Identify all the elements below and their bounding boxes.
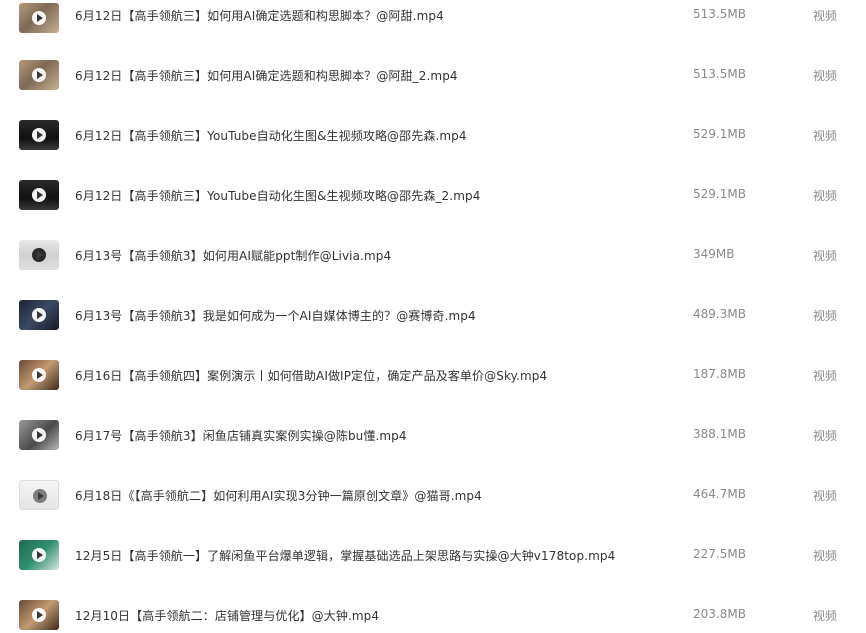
file-type: 视频 xyxy=(813,309,838,323)
file-list: 6月12日【高手领航三】如何用AI确定选题和构思脚本？@阿甜.mp4 513.5… xyxy=(0,0,866,633)
file-row[interactable]: 6月17号【高手领航3】闲鱼店铺真实案例实操@陈bu懂.mp4 388.1MB … xyxy=(0,420,866,460)
file-name[interactable]: 6月17号【高手领航3】闲鱼店铺真实案例实操@陈bu懂.mp4 xyxy=(75,427,407,444)
file-size: 529.1MB xyxy=(693,187,746,201)
play-icon xyxy=(32,548,46,562)
file-type: 视频 xyxy=(813,129,838,143)
file-row[interactable]: 6月13号【高手领航3】如何用AI赋能ppt制作@Livia.mp4 349MB… xyxy=(0,240,866,280)
video-thumbnail xyxy=(19,120,59,150)
file-name[interactable]: 6月12日【高手领航三】YouTube自动化生图&生视频攻略@邵先森_2.mp4 xyxy=(75,187,480,204)
video-thumbnail xyxy=(19,600,59,630)
video-thumbnail xyxy=(19,480,59,510)
file-size: 388.1MB xyxy=(693,427,746,441)
file-type: 视频 xyxy=(813,9,838,23)
file-name[interactable]: 6月12日【高手领航三】如何用AI确定选题和构思脚本？@阿甜_2.mp4 xyxy=(75,67,458,84)
file-name[interactable]: 12月5日【高手领航一】了解闲鱼平台爆单逻辑，掌握基础选品上架思路与实操@大钟v… xyxy=(75,547,615,564)
play-icon xyxy=(32,608,46,622)
file-name[interactable]: 12月10日【高手领航二：店铺管理与优化】@大钟.mp4 xyxy=(75,607,379,624)
file-name[interactable]: 6月13号【高手领航3】我是如何成为一个AI自媒体博主的？@赛博奇.mp4 xyxy=(75,307,476,324)
file-row[interactable]: 12月10日【高手领航二：店铺管理与优化】@大钟.mp4 203.8MB 视频 xyxy=(0,600,866,633)
play-icon xyxy=(32,68,46,82)
file-name[interactable]: 6月13号【高手领航3】如何用AI赋能ppt制作@Livia.mp4 xyxy=(75,247,391,264)
file-row[interactable]: 6月12日【高手领航三】YouTube自动化生图&生视频攻略@邵先森.mp4 5… xyxy=(0,120,866,160)
file-row[interactable]: 6月12日【高手领航三】如何用AI确定选题和构思脚本？@阿甜_2.mp4 513… xyxy=(0,60,866,100)
file-type: 视频 xyxy=(813,189,838,203)
file-name[interactable]: 6月12日【高手领航三】YouTube自动化生图&生视频攻略@邵先森.mp4 xyxy=(75,127,467,144)
file-size: 513.5MB xyxy=(693,7,746,21)
video-thumbnail xyxy=(19,180,59,210)
file-type: 视频 xyxy=(813,609,838,623)
file-row[interactable]: 6月12日【高手领航三】如何用AI确定选题和构思脚本？@阿甜.mp4 513.5… xyxy=(0,0,866,40)
play-icon xyxy=(32,11,46,25)
video-thumbnail xyxy=(19,540,59,570)
video-thumbnail xyxy=(19,60,59,90)
play-icon xyxy=(32,188,46,202)
play-icon xyxy=(32,308,46,322)
file-size: 227.5MB xyxy=(693,547,746,561)
file-size: 513.5MB xyxy=(693,67,746,81)
video-thumbnail xyxy=(19,360,59,390)
file-type: 视频 xyxy=(813,69,838,83)
play-icon xyxy=(33,489,47,503)
video-thumbnail xyxy=(19,240,59,270)
video-thumbnail xyxy=(19,3,59,33)
file-size: 464.7MB xyxy=(693,487,746,501)
play-icon xyxy=(32,428,46,442)
play-icon xyxy=(32,128,46,142)
file-type: 视频 xyxy=(813,249,838,263)
file-size: 203.8MB xyxy=(693,607,746,621)
file-type: 视频 xyxy=(813,549,838,563)
file-type: 视频 xyxy=(813,489,838,503)
file-name[interactable]: 6月12日【高手领航三】如何用AI确定选题和构思脚本？@阿甜.mp4 xyxy=(75,7,444,24)
file-row[interactable]: 6月16日【高手领航四】案例演示丨如何借助AI做IP定位，确定产品及客单价@Sk… xyxy=(0,360,866,400)
file-size: 489.3MB xyxy=(693,307,746,321)
file-size: 529.1MB xyxy=(693,127,746,141)
file-row[interactable]: 6月13号【高手领航3】我是如何成为一个AI自媒体博主的？@赛博奇.mp4 48… xyxy=(0,300,866,340)
video-thumbnail xyxy=(19,300,59,330)
play-icon xyxy=(32,248,46,262)
file-size: 349MB xyxy=(693,247,735,261)
file-type: 视频 xyxy=(813,429,838,443)
file-size: 187.8MB xyxy=(693,367,746,381)
file-type: 视频 xyxy=(813,369,838,383)
file-row[interactable]: 6月12日【高手领航三】YouTube自动化生图&生视频攻略@邵先森_2.mp4… xyxy=(0,180,866,220)
video-thumbnail xyxy=(19,420,59,450)
play-icon xyxy=(32,368,46,382)
file-row[interactable]: 12月5日【高手领航一】了解闲鱼平台爆单逻辑，掌握基础选品上架思路与实操@大钟v… xyxy=(0,540,866,580)
file-row[interactable]: 6月18日《【高手领航二】如何利用AI实现3分钟一篇原创文章》@猫哥.mp4 4… xyxy=(0,480,866,520)
file-name[interactable]: 6月18日《【高手领航二】如何利用AI实现3分钟一篇原创文章》@猫哥.mp4 xyxy=(75,487,482,504)
file-name[interactable]: 6月16日【高手领航四】案例演示丨如何借助AI做IP定位，确定产品及客单价@Sk… xyxy=(75,367,547,384)
